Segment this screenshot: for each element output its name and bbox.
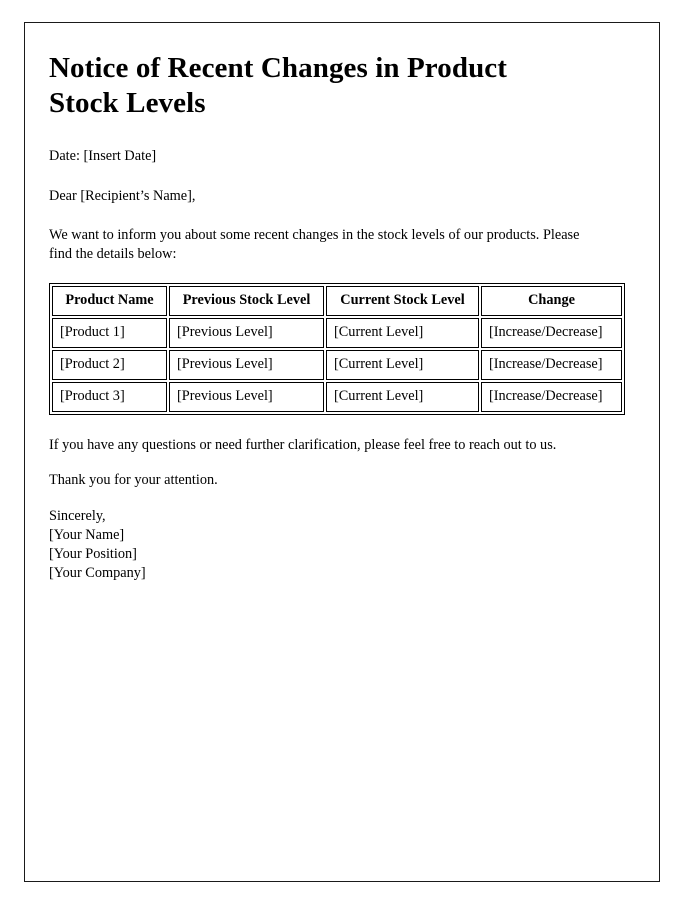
table-header-row: Product Name Previous Stock Level Curren… [52, 286, 622, 317]
signature-company: [Your Company] [49, 564, 146, 581]
column-header-product-name: Product Name [52, 286, 167, 317]
intro-paragraph: We want to inform you about some recent … [49, 227, 580, 263]
cell-change: [Increase/Decrease] [481, 318, 622, 348]
thanks-paragraph: Thank you for your attention. [49, 472, 218, 489]
column-header-previous-stock: Previous Stock Level [169, 286, 324, 317]
signature-closing: Sincerely, [49, 508, 106, 525]
column-header-change: Change [481, 286, 622, 317]
cell-current-stock: [Current Level] [326, 349, 479, 380]
table-row: [Product 2] [Previous Level] [Current Le… [52, 349, 622, 380]
signature-name: [Your Name] [49, 527, 125, 544]
document-body: Notice of Recent Changes in Product Stoc… [25, 23, 659, 583]
cell-change: [Increase/Decrease] [481, 381, 622, 412]
closing-paragraph: If you have any questions or need furthe… [49, 436, 557, 453]
table-row: [Product 3] [Previous Level] [Current Le… [52, 381, 622, 412]
cell-product-name: [Product 3] [52, 381, 167, 412]
cell-product-name: [Product 1] [52, 318, 167, 348]
cell-previous-stock: [Previous Level] [169, 381, 324, 412]
date-line: Date: [Insert Date] [49, 147, 157, 164]
cell-change: [Increase/Decrease] [481, 349, 622, 380]
cell-current-stock: [Current Level] [326, 381, 479, 412]
cell-previous-stock: [Previous Level] [169, 318, 324, 348]
stock-levels-table: Product Name Previous Stock Level Curren… [49, 283, 625, 415]
stock-table-container: Product Name Previous Stock Level Curren… [49, 283, 625, 415]
document-page: Notice of Recent Changes in Product Stoc… [24, 22, 660, 882]
cell-current-stock: [Current Level] [326, 318, 479, 348]
column-header-current-stock: Current Stock Level [326, 286, 479, 317]
cell-previous-stock: [Previous Level] [169, 349, 324, 380]
table-row: [Product 1] [Previous Level] [Current Le… [52, 318, 622, 348]
signature-position: [Your Position] [49, 546, 137, 563]
page-title: Notice of Recent Changes in Product Stoc… [49, 52, 508, 120]
signature-block: Sincerely, [Your Name] [Your Position] [… [49, 507, 615, 582]
salutation: Dear [Recipient’s Name], [49, 187, 196, 204]
cell-product-name: [Product 2] [52, 349, 167, 380]
